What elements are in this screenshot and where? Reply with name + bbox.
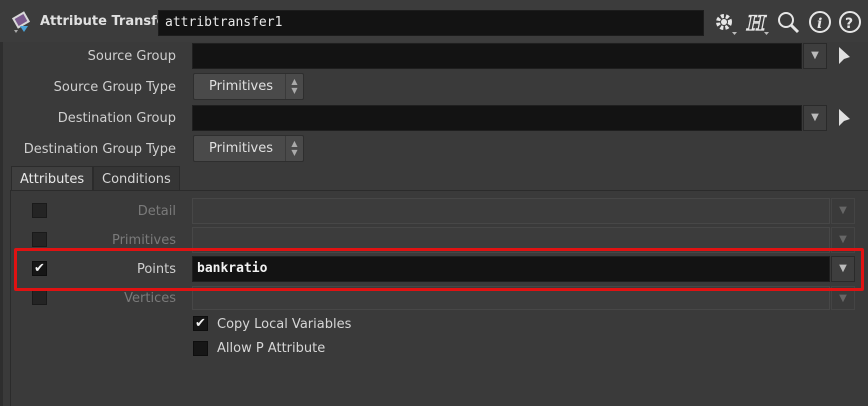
destination-group-type-value: Primitives (209, 141, 274, 156)
destination-group-dropdown-button[interactable]: ▼ (803, 105, 827, 131)
parameter-header: Attribute Transfer attribtransfer1 H i ? (0, 0, 868, 42)
detail-dropdown-button[interactable]: ▼ (831, 198, 855, 224)
source-group-select-arrow-icon[interactable] (836, 45, 854, 67)
source-group-type-menu[interactable]: Primitives ▲ ▼ (193, 73, 304, 100)
destination-group-type-label: Destination Group Type (23, 142, 176, 157)
houdini-help-icon[interactable]: H (744, 10, 770, 36)
points-highlight-box (14, 248, 864, 291)
detail-field[interactable] (192, 198, 830, 224)
pane-border (0, 0, 3, 406)
search-icon[interactable] (776, 10, 802, 36)
detail-checkbox[interactable] (32, 203, 47, 218)
tab-divider (10, 190, 868, 191)
vertices-checkbox[interactable] (32, 290, 47, 305)
copy-local-variables-label: Copy Local Variables (217, 317, 352, 332)
spinner-arrows-icon: ▲ ▼ (285, 74, 303, 99)
allow-p-attribute-checkbox[interactable] (193, 341, 208, 356)
primitives-checkbox[interactable] (32, 232, 47, 247)
node-type-label: Attribute Transfer (40, 14, 172, 29)
tab-conditions[interactable]: Conditions (93, 166, 180, 191)
source-group-field[interactable] (192, 43, 802, 69)
destination-group-field[interactable] (192, 105, 802, 131)
allow-p-attribute-label: Allow P Attribute (217, 341, 326, 356)
node-name-field[interactable]: attribtransfer1 (158, 10, 704, 36)
primitives-label: Primitives (111, 233, 176, 248)
destination-group-type-menu[interactable]: Primitives ▲ ▼ (193, 135, 304, 162)
source-group-type-label: Source Group Type (53, 80, 176, 95)
source-group-dropdown-button[interactable]: ▼ (803, 43, 827, 69)
svg-text:H: H (746, 11, 767, 35)
attribute-transfer-node-icon (11, 10, 34, 34)
tab-panel-border (10, 191, 11, 406)
destination-group-label: Destination Group (57, 111, 176, 126)
copy-local-variables-checkbox[interactable]: ✔ (193, 316, 208, 331)
destination-group-select-arrow-icon[interactable] (836, 107, 854, 129)
svg-text:i: i (817, 16, 822, 32)
gear-icon[interactable] (712, 10, 738, 36)
help-icon[interactable]: ? (838, 10, 864, 36)
svg-text:?: ? (845, 16, 853, 32)
vertices-label: Vertices (124, 291, 176, 306)
tab-attributes[interactable]: Attributes (11, 166, 94, 191)
parameter-pane: Attribute Transfer attribtransfer1 H i ?… (0, 0, 868, 406)
source-group-type-value: Primitives (209, 79, 274, 94)
info-icon[interactable]: i (808, 10, 834, 36)
spinner-arrows-icon: ▲ ▼ (285, 136, 303, 161)
source-group-label: Source Group (87, 49, 176, 64)
detail-label: Detail (137, 204, 176, 219)
